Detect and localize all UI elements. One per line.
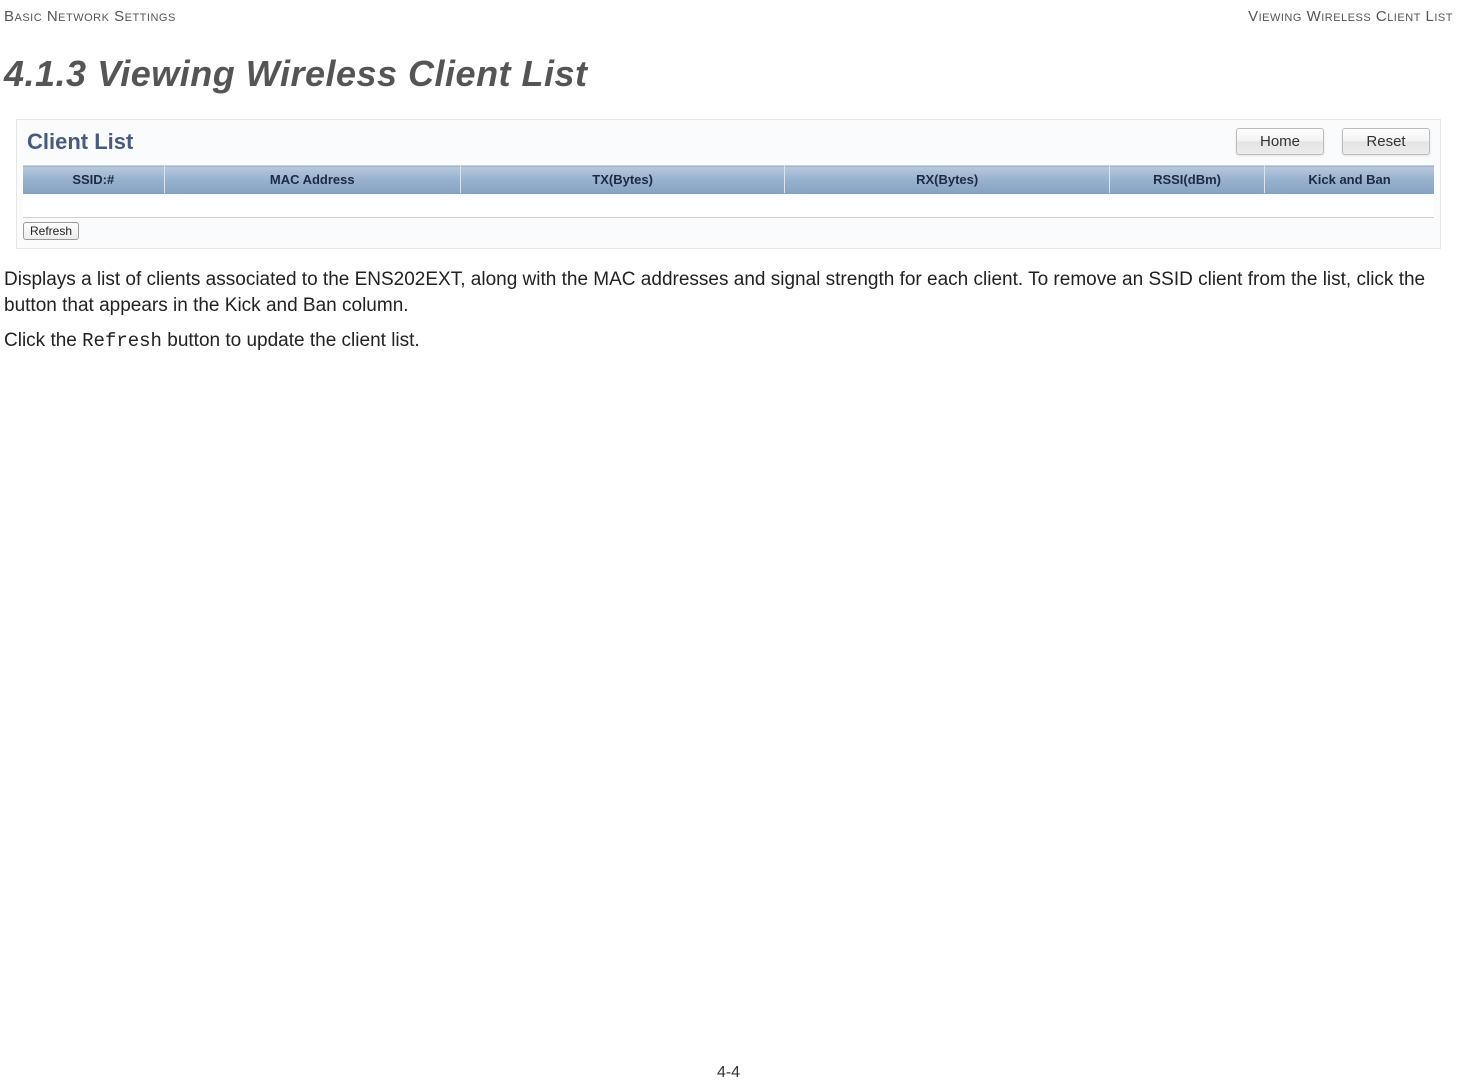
client-list-title: Client List (27, 129, 133, 155)
empty-cell (23, 194, 1434, 218)
p2-part-c: button to update the client list. (162, 330, 420, 351)
client-table: SSID:# MAC Address TX(Bytes) RX(Bytes) R… (23, 165, 1434, 218)
client-list-panel: Client List Home Reset SSID:# MAC Addres… (16, 119, 1441, 249)
home-button[interactable]: Home (1236, 128, 1324, 155)
panel-header: Client List Home Reset (23, 126, 1434, 165)
section-heading: 4.1.3 Viewing Wireless Client List (0, 27, 1457, 119)
page-footer: 4-4 (0, 1064, 1457, 1082)
header-right: Viewing Wireless Client List (1248, 8, 1453, 25)
header-buttons: Home Reset (1236, 128, 1430, 155)
paragraph-1: Displays a list of clients associated to… (4, 267, 1453, 318)
col-header-tx: TX(Bytes) (460, 166, 785, 194)
client-table-wrap: SSID:# MAC Address TX(Bytes) RX(Bytes) R… (23, 165, 1434, 218)
col-header-rx: RX(Bytes) (785, 166, 1110, 194)
page-number: 4-4 (717, 1064, 740, 1081)
refresh-row: Refresh (23, 218, 1434, 240)
table-empty-row (23, 194, 1434, 218)
col-header-kick: Kick and Ban (1265, 166, 1434, 194)
section-title: Viewing Wireless Client List (97, 53, 587, 94)
header-left: Basic Network Settings (4, 8, 176, 25)
section-number: 4.1.3 (4, 53, 87, 94)
p2-part-a: Click the (4, 330, 82, 351)
refresh-button[interactable]: Refresh (23, 222, 79, 240)
col-header-ssid: SSID:# (23, 166, 164, 194)
body-text: Displays a list of clients associated to… (0, 267, 1457, 355)
table-header-row: SSID:# MAC Address TX(Bytes) RX(Bytes) R… (23, 166, 1434, 194)
col-header-rssi: RSSI(dBm) (1109, 166, 1264, 194)
col-header-mac: MAC Address (164, 166, 460, 194)
paragraph-2: Click the Refresh button to update the c… (4, 328, 1453, 355)
p2-refresh-literal: Refresh (82, 330, 162, 352)
reset-button[interactable]: Reset (1342, 128, 1430, 155)
